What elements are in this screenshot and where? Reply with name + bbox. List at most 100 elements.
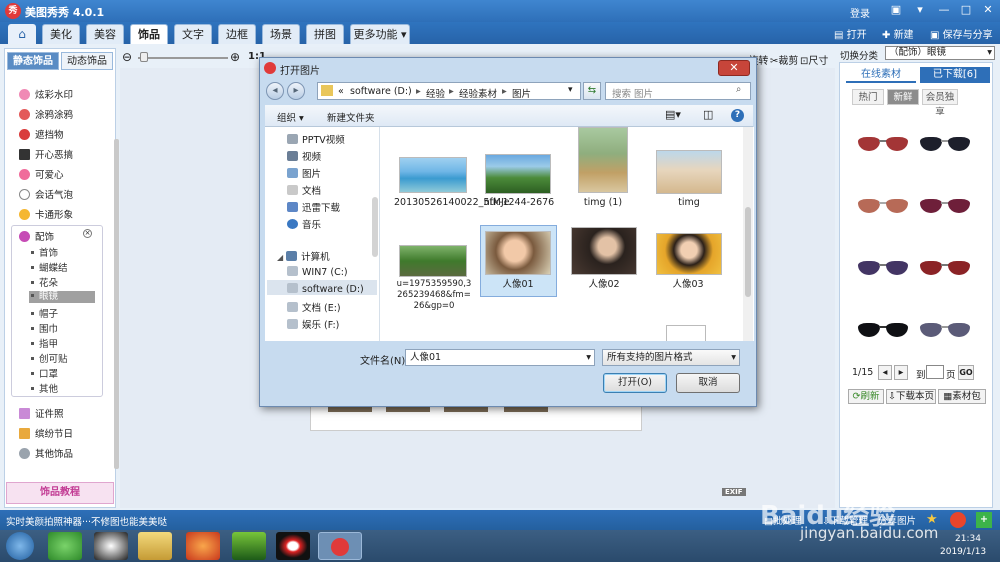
- sub-flower[interactable]: 花朵: [31, 275, 58, 289]
- breadcrumb-materials[interactable]: 经验素材: [459, 86, 497, 100]
- sub-hat[interactable]: 帽子: [31, 306, 58, 320]
- nav-drive-e[interactable]: 文档 (E:): [287, 300, 341, 314]
- start-icon[interactable]: [6, 532, 34, 560]
- glasses-item[interactable]: [916, 115, 974, 173]
- file-thumbnail[interactable]: [656, 233, 722, 275]
- tab-accessories[interactable]: 饰品: [130, 24, 168, 44]
- breadcrumb-experience[interactable]: 经验: [426, 86, 445, 100]
- nav-pictures[interactable]: 图片: [287, 166, 321, 180]
- sub-bandaid[interactable]: 创可贴: [31, 351, 68, 365]
- crop-button[interactable]: ✂裁剪: [770, 52, 798, 67]
- tab-text[interactable]: 文字: [174, 24, 212, 44]
- item-cover[interactable]: 遮挡物: [19, 127, 64, 141]
- sub-new[interactable]: 新鲜: [887, 89, 919, 105]
- taskbar-record-icon[interactable]: [276, 532, 310, 560]
- tab-beautify[interactable]: 美化: [42, 24, 80, 44]
- sub-scarf[interactable]: 围巾: [31, 321, 58, 335]
- view-options-icon[interactable]: ▤▾: [665, 108, 681, 121]
- maximize-icon[interactable]: □: [958, 3, 974, 18]
- glasses-item[interactable]: [854, 239, 912, 297]
- file-thumbnail[interactable]: [578, 127, 628, 193]
- tab-more[interactable]: 更多功能 ▾: [350, 24, 410, 44]
- tutorial-button[interactable]: 饰品教程: [6, 482, 114, 504]
- item-cute[interactable]: 可爱心: [19, 167, 64, 181]
- filename-input[interactable]: 人像01 ▾: [405, 349, 595, 366]
- address-bar[interactable]: « software (D:) ▸ 经验 ▸ 经验素材 ▸ 图片 ▾: [317, 82, 581, 100]
- breadcrumb-pictures[interactable]: 图片: [512, 86, 531, 100]
- cancel-button[interactable]: 取消: [676, 373, 740, 393]
- nav-videos[interactable]: 视频: [287, 149, 321, 163]
- file-thumbnail[interactable]: [399, 245, 467, 277]
- clock-time[interactable]: 21:34: [955, 534, 981, 544]
- nav-drive-f[interactable]: 娱乐 (F:): [287, 317, 339, 331]
- nav-documents[interactable]: 文档: [287, 183, 321, 197]
- left-scrollbar[interactable]: [114, 139, 119, 469]
- tab-collage[interactable]: 拼图: [306, 24, 344, 44]
- file-name[interactable]: ntk-1244-2676: [480, 197, 558, 209]
- item-doodle[interactable]: 涂鸦涂鸦: [19, 107, 73, 121]
- skin-icon[interactable]: ▣: [888, 3, 904, 18]
- breadcrumb-software[interactable]: software (D:): [350, 86, 412, 97]
- item-watermark[interactable]: 炫彩水印: [19, 87, 73, 101]
- nav-pptv[interactable]: PPTV视频: [287, 132, 345, 146]
- tab-static-accessories[interactable]: 静态饰品: [7, 52, 59, 70]
- page-number-input[interactable]: [926, 365, 944, 379]
- file-thumbnail[interactable]: [571, 227, 637, 275]
- glasses-item[interactable]: [916, 239, 974, 297]
- refresh-icon[interactable]: ⇆: [583, 82, 601, 100]
- file-name[interactable]: timg: [650, 197, 728, 209]
- chevron-down-icon[interactable]: ▾: [586, 350, 591, 365]
- category-select[interactable]: （配饰）眼镜 ▾: [885, 46, 995, 60]
- file-name[interactable]: 人像01: [480, 279, 556, 291]
- file-name[interactable]: 人像02: [566, 279, 642, 291]
- zoom-in-icon[interactable]: ⊕: [230, 50, 240, 64]
- sub-other[interactable]: 其他: [31, 381, 58, 395]
- glasses-item[interactable]: [916, 177, 974, 235]
- login-link[interactable]: 登录: [850, 5, 870, 20]
- open-confirm-button[interactable]: 打开(O): [603, 373, 667, 393]
- tab-cosmetic[interactable]: 美容: [86, 24, 124, 44]
- collapse-icon[interactable]: ×: [83, 229, 92, 238]
- glasses-item[interactable]: [854, 115, 912, 173]
- sub-vip[interactable]: 会员独享: [922, 89, 958, 118]
- tab-downloaded[interactable]: 已下载[6]: [920, 67, 990, 83]
- go-button[interactable]: GO: [958, 365, 974, 380]
- taskbar-firefox-icon[interactable]: [186, 532, 220, 560]
- minimize-icon[interactable]: —: [936, 3, 952, 18]
- new-folder-button[interactable]: 新建文件夹: [327, 110, 375, 124]
- group-accessories[interactable]: 配饰: [19, 229, 54, 243]
- sub-jewelry[interactable]: 首饰: [31, 245, 58, 259]
- back-button[interactable]: ◂: [266, 82, 284, 100]
- glasses-item[interactable]: [854, 301, 912, 359]
- taskbar-folder-icon[interactable]: [138, 532, 172, 560]
- organize-menu[interactable]: 组织 ▾: [277, 110, 304, 124]
- breadcrumb-back[interactable]: «: [338, 86, 344, 97]
- weibo-icon[interactable]: [950, 512, 966, 528]
- nav-computer[interactable]: ◢ 计算机: [277, 249, 330, 263]
- prev-page-button[interactable]: ◂: [878, 365, 892, 380]
- item-festival[interactable]: 缤纷节日: [19, 426, 73, 440]
- save-share-button[interactable]: ▣ 保存与分享: [930, 26, 993, 41]
- nav-drive-c[interactable]: WIN7 (C:): [287, 266, 348, 278]
- search-input[interactable]: 搜索 图片 ⌕: [605, 82, 751, 100]
- chevron-down-icon[interactable]: ▾: [568, 85, 573, 95]
- open-button[interactable]: ▤ 打开: [834, 26, 867, 41]
- item-prank[interactable]: 开心恶搞: [19, 147, 73, 161]
- taskbar-qq-icon[interactable]: [94, 532, 128, 560]
- forward-button[interactable]: ▸: [287, 82, 305, 100]
- nav-music[interactable]: 音乐: [287, 217, 321, 231]
- nav-drive-d[interactable]: software (D:): [287, 283, 364, 295]
- exif-badge[interactable]: EXIF: [722, 488, 746, 496]
- taskbar-browser-icon[interactable]: [48, 532, 82, 560]
- item-other-accessories[interactable]: 其他饰品: [19, 446, 73, 460]
- help-icon[interactable]: ?: [731, 109, 744, 122]
- file-name[interactable]: 20130526140022_5fMJe: [394, 197, 510, 209]
- tab-border[interactable]: 边框: [218, 24, 256, 44]
- taskbar-meitu-icon[interactable]: [318, 532, 362, 560]
- material-pack-button[interactable]: ▦素材包: [938, 389, 986, 404]
- file-name[interactable]: u=1975359590,3265239468&fm=26&gp=0: [396, 279, 472, 312]
- status-tip[interactable]: 实时美颜拍照神器···不修图也能美美哒: [6, 514, 167, 528]
- dialog-close-button[interactable]: ✕: [718, 60, 750, 76]
- sub-hot[interactable]: 热门: [852, 89, 884, 105]
- glasses-item[interactable]: [854, 177, 912, 235]
